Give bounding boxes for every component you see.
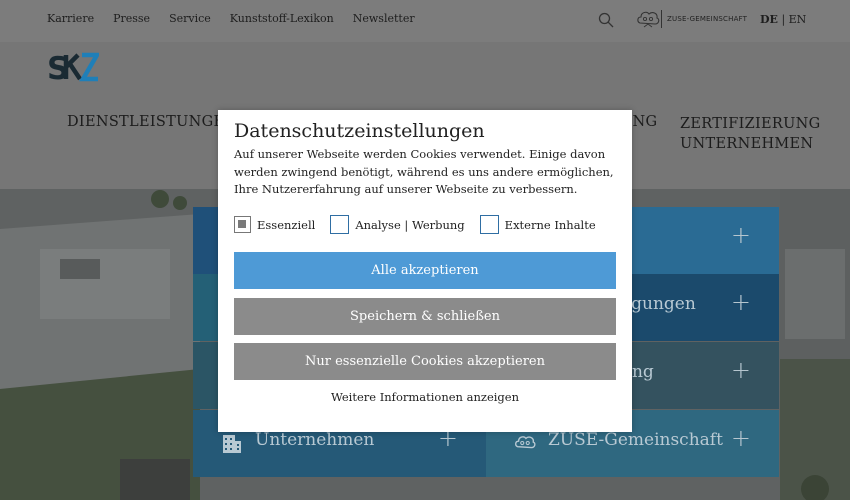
dialog-title: Datenschutzeinstellungen xyxy=(234,120,485,142)
dialog-description: Auf unserer Webseite werden Cookies verw… xyxy=(234,147,614,196)
essenziell-label: Essenziell xyxy=(257,217,316,232)
analyse-werbung-label: Analyse | Werbung xyxy=(355,217,465,232)
externe-inhalte-checkbox[interactable] xyxy=(479,215,499,234)
option-externe-inhalte[interactable]: Externe Inhalte xyxy=(479,215,596,234)
analyse-werbung-checkbox[interactable] xyxy=(330,215,350,234)
consent-options: Essenziell Analyse | Werbung Externe Inh… xyxy=(234,215,596,234)
accept-essential-button[interactable]: Nur essenzielle Cookies akzeptieren xyxy=(234,343,616,380)
save-close-button[interactable]: Speichern & schließen xyxy=(234,298,616,335)
accept-all-button[interactable]: Alle akzeptieren xyxy=(234,252,616,289)
essenziell-checkbox[interactable] xyxy=(234,216,251,233)
cookie-consent-dialog: Datenschutzeinstellungen Auf unserer Web… xyxy=(218,110,632,432)
option-essenziell[interactable]: Essenziell xyxy=(234,216,315,233)
option-analyse-werbung[interactable]: Analyse | Werbung xyxy=(330,215,465,234)
more-info-link[interactable]: Weitere Informationen anzeigen xyxy=(218,390,632,404)
externe-inhalte-label: Externe Inhalte xyxy=(504,217,596,232)
